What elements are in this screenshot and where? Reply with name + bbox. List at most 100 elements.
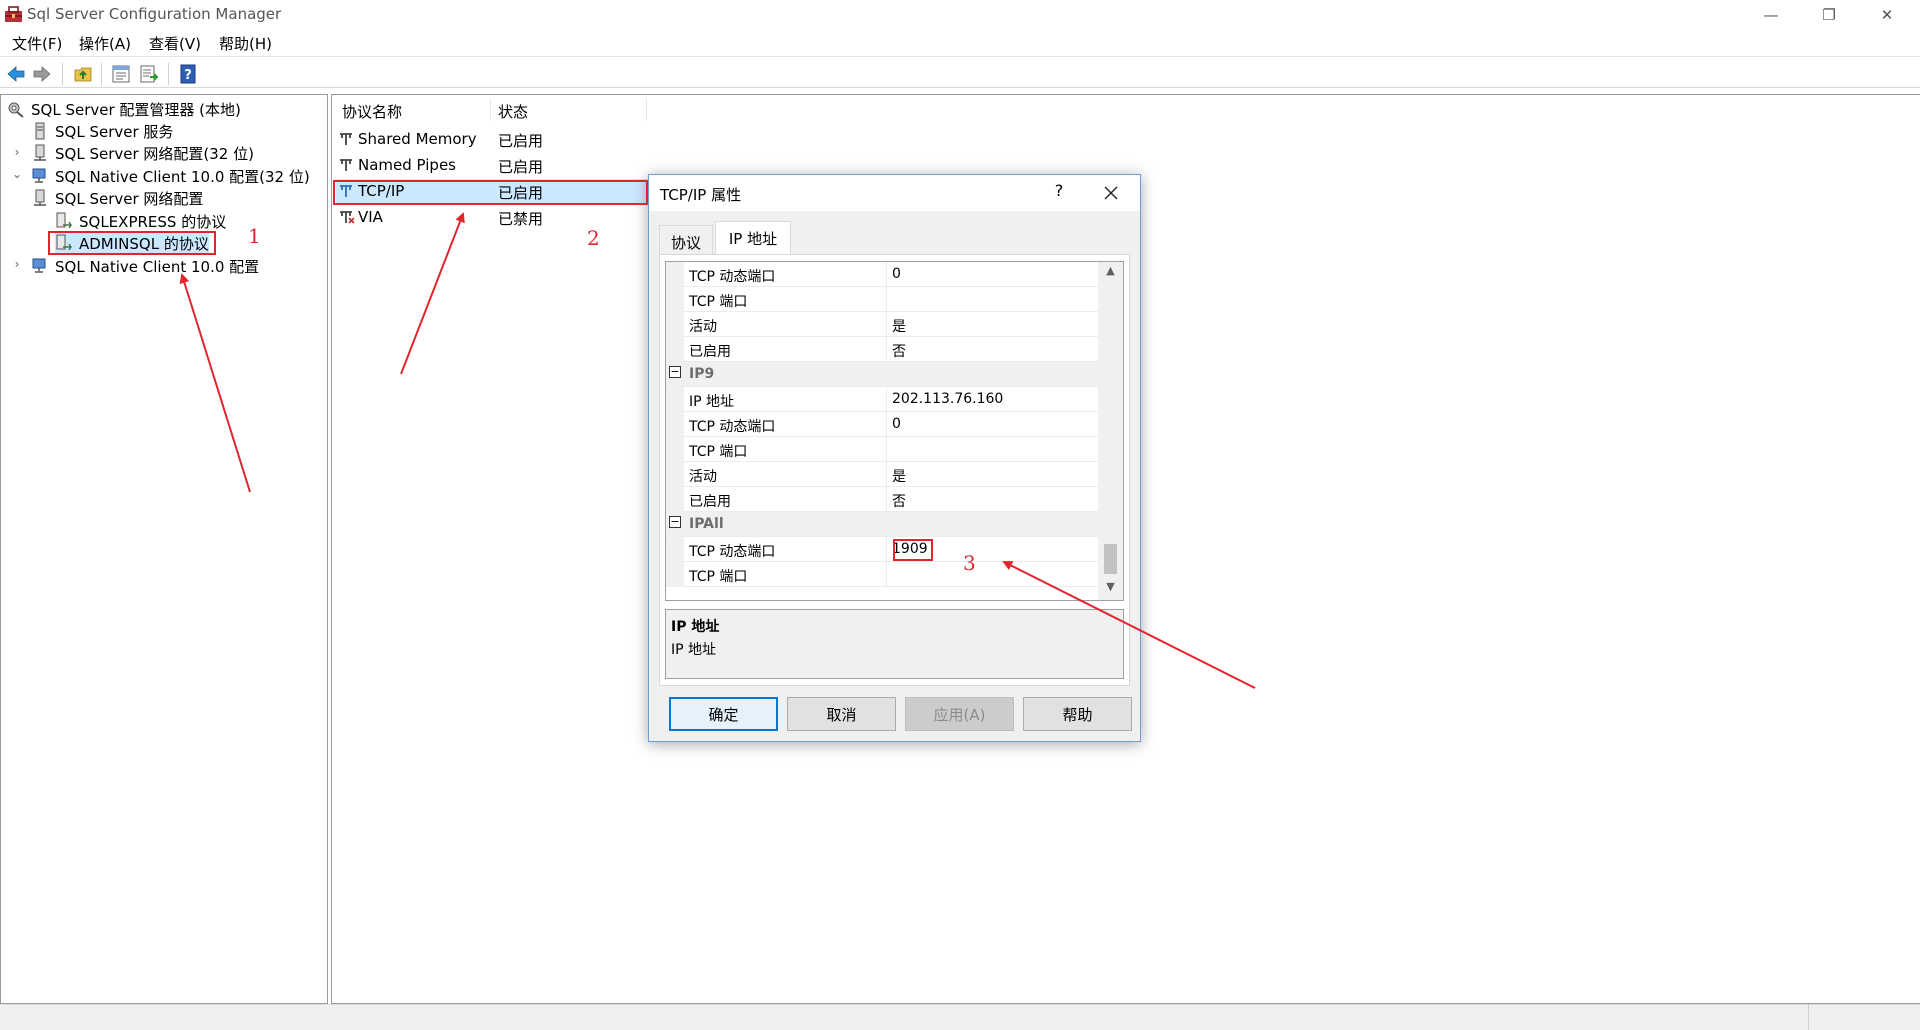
scroll-down-icon[interactable]: ▼ bbox=[1098, 580, 1123, 598]
ok-button[interactable]: 确定 bbox=[669, 697, 778, 731]
restore-button[interactable]: ❐ bbox=[1800, 0, 1858, 30]
description-text: IP 地址 bbox=[671, 642, 717, 658]
collapse-category-icon[interactable]: − bbox=[669, 516, 681, 528]
tree-expander-collapsed[interactable]: › bbox=[11, 257, 23, 271]
tree-label: SQL Native Client 10.0 配置 bbox=[55, 257, 260, 276]
protocol-plug-icon bbox=[340, 159, 352, 171]
property-value[interactable]: 否 bbox=[892, 341, 906, 361]
column-header-state[interactable]: 状态 bbox=[498, 101, 528, 122]
protocol-plug-icon bbox=[340, 133, 352, 145]
property-name: 活动 bbox=[689, 469, 717, 485]
help-button[interactable]: 帮助 bbox=[1023, 697, 1132, 731]
annotation-highlight-dynamic-port bbox=[893, 539, 933, 561]
tree-item-native-client-32[interactable]: SQL Native Client 10.0 配置(32 位) bbox=[31, 165, 310, 187]
description-title: IP 地址 bbox=[671, 619, 720, 635]
property-value[interactable]: 0 bbox=[892, 416, 901, 432]
property-name: TCP 端口 bbox=[689, 294, 748, 310]
protocol-row-named-pipes[interactable]: Named Pipes 已启用 bbox=[336, 153, 656, 177]
property-name: TCP 动态端口 bbox=[689, 544, 776, 560]
tree-item-network-config[interactable]: SQL Server 网络配置 bbox=[31, 187, 203, 209]
close-icon[interactable] bbox=[1097, 180, 1125, 206]
column-divider bbox=[886, 287, 887, 312]
tree-expander-expanded[interactable]: ⌄ bbox=[11, 167, 23, 181]
property-grid-scrollbar[interactable]: ▲ ▼ bbox=[1098, 262, 1123, 600]
toolbar: ? bbox=[0, 56, 1920, 88]
property-row[interactable]: TCP 动态端口 0 bbox=[666, 412, 1098, 437]
property-value[interactable]: 0 bbox=[892, 266, 901, 282]
close-window-button[interactable]: ✕ bbox=[1858, 0, 1916, 30]
protocol-name: Shared Memory bbox=[358, 130, 477, 148]
annotation-number-2: 2 bbox=[587, 226, 600, 250]
tree-root[interactable]: SQL Server 配置管理器 (本地) bbox=[7, 98, 241, 120]
column-divider bbox=[886, 487, 887, 512]
tree-item-sql-services[interactable]: SQL Server 服务 bbox=[31, 120, 173, 142]
property-row[interactable]: 已启用 否 bbox=[666, 487, 1098, 512]
protocol-state: 已启用 bbox=[498, 158, 544, 176]
property-value[interactable]: 是 bbox=[892, 316, 906, 336]
scrollbar-thumb[interactable] bbox=[1104, 544, 1117, 574]
tree-item-network-config-32[interactable]: SQL Server 网络配置(32 位) bbox=[31, 142, 254, 164]
back-arrow-icon[interactable] bbox=[6, 64, 26, 84]
row-gutter bbox=[666, 287, 684, 312]
apply-button[interactable]: 应用(A) bbox=[905, 697, 1014, 731]
property-category-ip9[interactable]: − IP9 bbox=[666, 362, 1098, 387]
export-list-icon[interactable] bbox=[139, 64, 159, 84]
property-row[interactable]: 已启用 否 bbox=[666, 337, 1098, 362]
protocol-row-shared-memory[interactable]: Shared Memory 已启用 bbox=[336, 127, 656, 151]
tree-expander-collapsed[interactable]: › bbox=[11, 145, 23, 159]
tab-protocol[interactable]: 协议 bbox=[659, 225, 713, 255]
property-value[interactable]: 否 bbox=[892, 491, 906, 511]
column-header-protocol-name[interactable]: 协议名称 bbox=[342, 101, 402, 122]
minimize-button[interactable]: — bbox=[1742, 0, 1800, 30]
tcp-ip-properties-dialog: TCP/IP 属性 ? 协议 IP 地址 TCP 动态端口 0 TCP 端口 活 bbox=[648, 174, 1141, 742]
category-name: IP9 bbox=[689, 366, 715, 382]
tree-label: SQL Server 配置管理器 (本地) bbox=[31, 100, 241, 119]
menu-action[interactable]: 操作(A) bbox=[79, 33, 131, 54]
client-computer-icon bbox=[32, 168, 46, 183]
menu-file[interactable]: 文件(F) bbox=[12, 33, 62, 54]
row-gutter bbox=[666, 262, 684, 287]
column-divider bbox=[886, 537, 887, 562]
property-row[interactable]: 活动 是 bbox=[666, 462, 1098, 487]
dialog-title-bar: TCP/IP 属性 ? bbox=[649, 175, 1140, 211]
column-divider bbox=[886, 337, 887, 362]
column-separator[interactable] bbox=[490, 99, 491, 121]
row-gutter bbox=[666, 412, 684, 437]
up-folder-icon[interactable] bbox=[73, 64, 93, 84]
forward-arrow-icon[interactable] bbox=[32, 64, 52, 84]
help-question-icon[interactable]: ? bbox=[1046, 181, 1072, 205]
tab-ip-addresses[interactable]: IP 地址 bbox=[715, 221, 791, 255]
property-name: IP 地址 bbox=[689, 394, 735, 410]
protocol-state: 已启用 bbox=[498, 132, 544, 150]
property-row[interactable]: TCP 端口 bbox=[666, 287, 1098, 312]
property-category-ipall[interactable]: − IPAll bbox=[666, 512, 1098, 537]
server-icon bbox=[35, 122, 45, 140]
property-name: TCP 动态端口 bbox=[689, 419, 776, 435]
annotation-highlight-adminsql bbox=[48, 231, 216, 255]
property-value[interactable]: 是 bbox=[892, 466, 906, 486]
tree-item-sqlexpress-protocols[interactable]: SQLEXPRESS 的协议 bbox=[55, 210, 226, 232]
column-divider bbox=[886, 412, 887, 437]
protocol-state: 已禁用 bbox=[498, 210, 544, 228]
property-row[interactable]: IP 地址 202.113.76.160 bbox=[666, 387, 1098, 412]
help-book-icon[interactable]: ? bbox=[178, 64, 198, 84]
property-description: IP 地址 IP 地址 bbox=[665, 609, 1124, 679]
property-row[interactable]: TCP 端口 bbox=[666, 437, 1098, 462]
menu-help[interactable]: 帮助(H) bbox=[219, 33, 272, 54]
property-row[interactable]: TCP 动态端口 0 bbox=[666, 262, 1098, 287]
property-row[interactable]: TCP 动态端口 1909 bbox=[666, 537, 1098, 562]
protocol-row-via[interactable]: VIA 已禁用 bbox=[336, 205, 656, 229]
column-separator[interactable] bbox=[646, 99, 647, 121]
tree-item-native-client[interactable]: SQL Native Client 10.0 配置 bbox=[31, 255, 259, 277]
column-divider bbox=[886, 462, 887, 487]
property-value[interactable]: 202.113.76.160 bbox=[892, 391, 1003, 407]
cancel-button[interactable]: 取消 bbox=[787, 697, 896, 731]
scroll-up-icon[interactable]: ▲ bbox=[1098, 264, 1123, 282]
property-row[interactable]: 活动 是 bbox=[666, 312, 1098, 337]
properties-icon[interactable] bbox=[111, 64, 131, 84]
property-row[interactable]: TCP 端口 bbox=[666, 562, 1098, 587]
row-gutter bbox=[666, 462, 684, 487]
menu-view[interactable]: 查看(V) bbox=[149, 33, 201, 54]
property-name: TCP 端口 bbox=[689, 569, 748, 585]
collapse-category-icon[interactable]: − bbox=[669, 366, 681, 378]
